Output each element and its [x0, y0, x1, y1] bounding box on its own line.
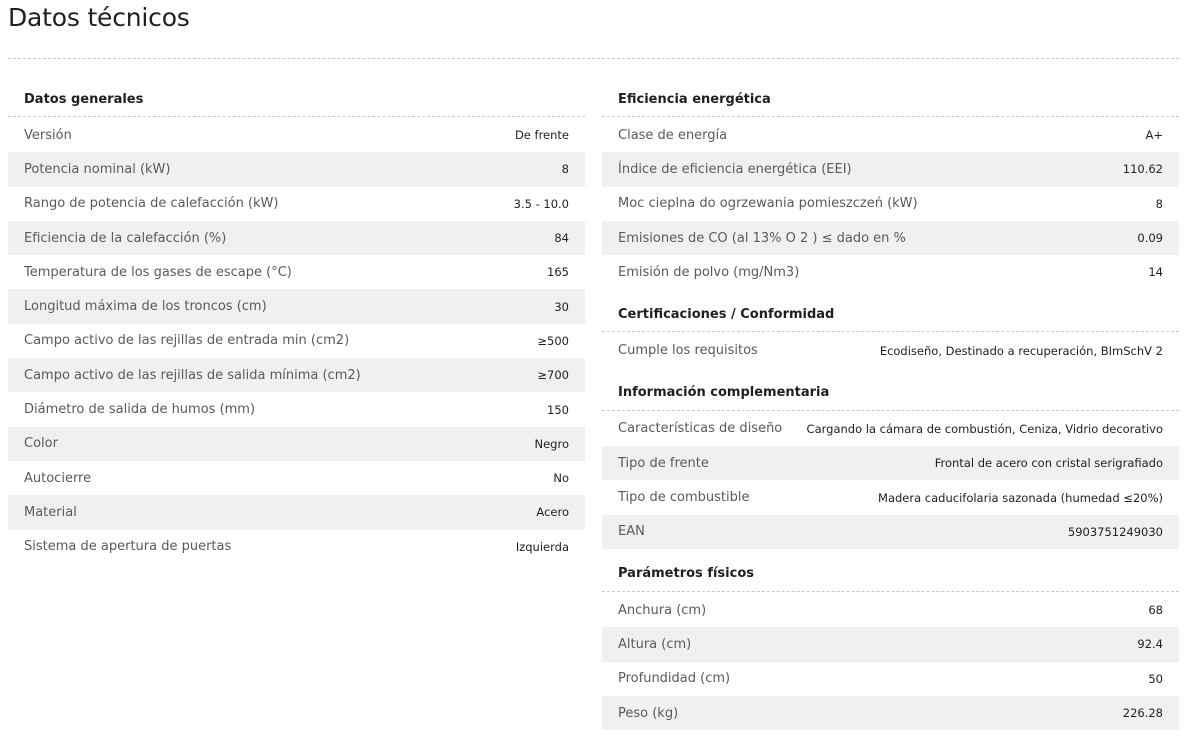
spec-row-diametro-humos: Diámetro de salida de humos (mm) 150	[8, 392, 585, 426]
spec-value: ≥700	[537, 368, 569, 383]
spec-label: Profundidad (cm)	[618, 671, 731, 687]
spec-value: 8	[561, 162, 569, 177]
title-divider	[8, 58, 1179, 59]
spec-value: 5903751249030	[1067, 524, 1163, 539]
spec-label: Campo activo de las rejillas de salida m…	[24, 367, 361, 383]
spec-row-caracteristicas-diseno: Características de diseño Cargando la cám…	[602, 412, 1179, 446]
spec-row-rejillas-salida: Campo activo de las rejillas de salida m…	[8, 358, 585, 393]
spec-label: Cumple los requisitos	[618, 343, 758, 359]
spec-value: 165	[547, 265, 569, 280]
spec-label: Temperatura de los gases de escape (°C)	[24, 264, 292, 280]
spec-label: Anchura (cm)	[618, 602, 707, 618]
spec-value: Cargando la cámara de combustión, Ceniza…	[806, 421, 1163, 436]
spec-label: Moc cieplna do ogrzewania pomieszczeń (k…	[618, 196, 918, 212]
spec-row-rejillas-entrada: Campo activo de las rejillas de entrada …	[8, 324, 585, 358]
spec-row-profundidad: Profundidad (cm) 50	[602, 662, 1179, 696]
spec-value: Acero	[536, 505, 569, 520]
spec-value: 110.62	[1122, 162, 1163, 177]
spec-row-material: Material Acero	[8, 495, 585, 530]
spec-label: Altura (cm)	[618, 636, 692, 652]
spec-value: 3.5 - 10.0	[513, 196, 569, 211]
spec-label: Potencia nominal (kW)	[24, 161, 171, 177]
spec-row-color: Color Negro	[8, 426, 585, 461]
right-column: Eficiencia energética Clase de energía A+…	[602, 82, 1179, 731]
spec-row-eficiencia: Eficiencia de la calefacción (%) 84	[8, 220, 585, 256]
section-title: Datos generales	[8, 82, 585, 117]
spec-row-temperatura-gases: Temperatura de los gases de escape (°C) 1…	[8, 255, 585, 289]
spec-label: Emisiones de CO (al 13% O 2 ) ≤ dado en …	[618, 230, 906, 246]
spec-label: Material	[24, 504, 77, 520]
spec-label: Características de diseño	[618, 421, 783, 437]
spec-row-moc-cieplna: Moc cieplna do ogrzewania pomieszczeń (k…	[602, 187, 1179, 221]
spec-row-cumple-requisitos: Cumple los requisitos Ecodiseño, Destinad…	[602, 333, 1179, 367]
spec-row-rango-potencia: Rango de potencia de calefacción (kW) 3.5…	[8, 187, 585, 221]
spec-value: 30	[554, 299, 569, 314]
spec-value: Madera caducifolaria sazonada (humedad ≤…	[878, 490, 1163, 505]
spec-label: Emisión de polvo (mg/Nm3)	[618, 264, 800, 280]
spec-row-emision-polvo: Emisión de polvo (mg/Nm3) 14	[602, 255, 1179, 289]
spec-value: De frente	[514, 128, 569, 143]
left-column: Datos generales Versión De frente Potenci…	[8, 82, 585, 564]
spec-label: Peso (kg)	[618, 705, 679, 721]
spec-label: Color	[24, 436, 58, 452]
section-title: Eficiencia energética	[602, 82, 1179, 117]
spec-value: ≥500	[537, 333, 569, 348]
spec-value: 68	[1148, 603, 1163, 618]
spec-label: Rango de potencia de calefacción (kW)	[24, 196, 279, 212]
spec-value: 84	[554, 231, 569, 246]
spec-value: Frontal de acero con cristal serigrafiad…	[934, 456, 1163, 471]
spec-value: 8	[1155, 196, 1163, 211]
section-title: Parámetros físicos	[602, 557, 1179, 592]
spec-value: 92.4	[1137, 637, 1163, 652]
spec-label: Versión	[24, 127, 72, 143]
spec-value: 14	[1148, 265, 1163, 280]
spec-value: Negro	[534, 436, 570, 451]
spec-label: Clase de energía	[618, 127, 728, 143]
spec-row-longitud-troncos: Longitud máxima de los troncos (cm) 30	[8, 289, 585, 324]
spec-label: Diámetro de salida de humos (mm)	[24, 402, 256, 418]
section-parametros-fisicos: Parámetros físicos Anchura (cm) 68 Altura…	[602, 557, 1179, 731]
spec-label: Campo activo de las rejillas de entrada …	[24, 333, 350, 349]
spec-row-anchura: Anchura (cm) 68	[602, 593, 1179, 627]
spec-row-version: Versión De frente	[8, 118, 585, 152]
spec-row-clase-energia: Clase de energía A+	[602, 118, 1179, 152]
section-datos-generales: Datos generales Versión De frente Potenci…	[8, 82, 585, 564]
spec-row-peso: Peso (kg) 226.28	[602, 695, 1179, 731]
spec-label: Índice de eficiencia energética (EEI)	[618, 161, 852, 177]
spec-label: Autocierre	[24, 470, 92, 486]
spec-label: Tipo de combustible	[618, 490, 750, 506]
section-title: Certificaciones / Conformidad	[602, 297, 1179, 333]
section-eficiencia-energetica: Eficiencia energética Clase de energía A+…	[602, 82, 1179, 289]
spec-value: 50	[1148, 671, 1163, 686]
section-certificaciones: Certificaciones / Conformidad Cumple los…	[602, 297, 1179, 367]
spec-label: Eficiencia de la calefacción (%)	[24, 230, 227, 246]
section-informacion-complementaria: Información complementaria Característic…	[602, 376, 1179, 549]
spec-value: Izquierda	[515, 539, 569, 554]
spec-row-potencia-nominal: Potencia nominal (kW) 8	[8, 152, 585, 187]
spec-label: Tipo de frente	[618, 455, 709, 471]
spec-row-ean: EAN 5903751249030	[602, 514, 1179, 549]
spec-label: Sistema de apertura de puertas	[24, 539, 232, 555]
spec-row-autocierre: Autocierre No	[8, 461, 585, 495]
page-title: Datos técnicos	[8, 3, 190, 32]
spec-row-altura: Altura (cm) 92.4	[602, 627, 1179, 662]
spec-value: 0.09	[1137, 231, 1163, 246]
spec-row-emisiones-co: Emisiones de CO (al 13% O 2 ) ≤ dado en …	[602, 220, 1179, 256]
spec-value: 150	[547, 402, 569, 417]
spec-label: Longitud máxima de los troncos (cm)	[24, 299, 267, 315]
spec-row-tipo-frente: Tipo de frente Frontal de acero con crist…	[602, 446, 1179, 481]
spec-row-apertura-puertas: Sistema de apertura de puertas Izquierda	[8, 530, 585, 564]
spec-label: EAN	[618, 524, 645, 540]
spec-value: A+	[1145, 128, 1163, 143]
spec-value: 226.28	[1122, 706, 1163, 720]
spec-row-tipo-combustible: Tipo de combustible Madera caducifolaria …	[602, 480, 1179, 514]
spec-row-eei: Índice de eficiencia energética (EEI) 110…	[602, 152, 1179, 187]
spec-value: Ecodiseño, Destinado a recuperación, BIm…	[879, 343, 1163, 358]
spec-value: No	[553, 471, 569, 486]
section-title: Información complementaria	[602, 376, 1179, 411]
